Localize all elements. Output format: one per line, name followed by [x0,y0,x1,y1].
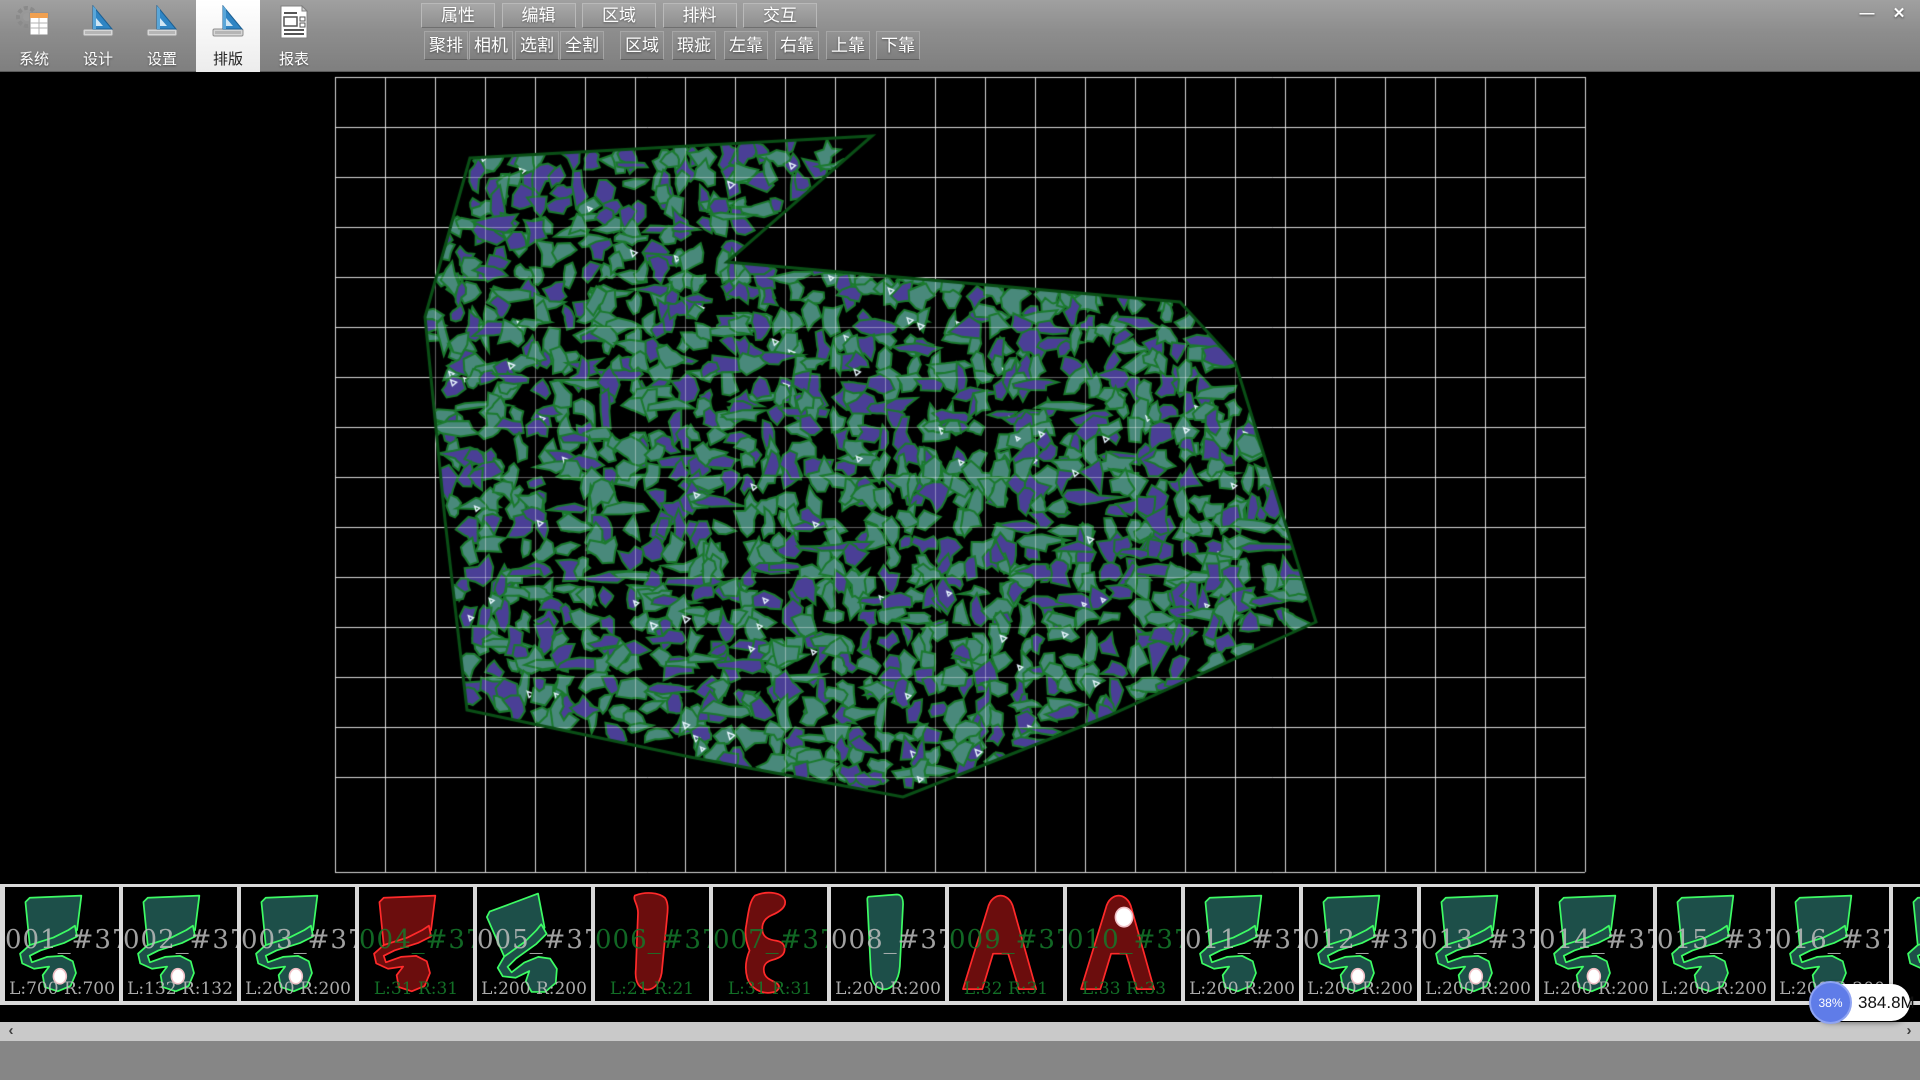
set-square-icon [209,5,247,44]
tool-button-10[interactable]: 下靠 [876,31,920,60]
horizontal-scrollbar[interactable]: ‹ › [0,1022,1920,1041]
tool-button-6[interactable]: 瑕疵 [672,31,716,60]
menu-button-3[interactable]: 区域 [582,3,656,28]
piece-thumbnail-10[interactable]: 010_#37L:33 R:33 [1067,887,1181,1001]
piece-thumbnail-7[interactable]: 007_#37L:31 R:31 [713,887,827,1001]
tool-button-4[interactable]: 全割 [560,31,604,60]
piece-shape [831,887,945,1001]
app-tab-4[interactable]: 排版 [196,0,260,72]
nesting-canvas[interactable] [0,72,1920,884]
tool-button-3[interactable]: 选割 [515,31,559,60]
piece-thumbnail-14[interactable]: 014_#37L:200 R:200 [1539,887,1653,1001]
piece-shape [1303,887,1417,1001]
piece-shape [1421,887,1535,1001]
piece-shape [123,887,237,1001]
app-tab-label: 报表 [262,48,326,69]
app-tab-label: 设置 [130,48,194,69]
piece-thumbnail-15[interactable]: 015_#37L:200 R:200 [1657,887,1771,1001]
piece-thumbnail-13[interactable]: 013_#37L:200 R:200 [1421,887,1535,1001]
app-tab-3[interactable]: 设置 [130,0,194,72]
piece-shape [595,887,709,1001]
piece-thumbnail-strip: 001_#37L:700 R:700002_#37L:132 R:132003_… [0,884,1920,1005]
piece-shape [359,887,473,1001]
app-tab-2[interactable]: 设计 [66,0,130,72]
set-square-icon [79,5,117,44]
piece-shape [1657,887,1771,1001]
piece-thumbnail-8[interactable]: 008_#37L:200 R:200 [831,887,945,1001]
memory-percent-badge: 38% [1809,981,1852,1024]
tool-button-5[interactable]: 区域 [620,31,664,60]
app-tab-label: 系统 [2,48,66,69]
tool-button-2[interactable]: 相机 [469,31,513,60]
scroll-right-arrow-icon[interactable]: › [1900,1022,1918,1041]
menu-button-2[interactable]: 编辑 [502,3,576,28]
memory-status-pill: 38% 384.8M [1812,984,1910,1021]
tool-button-9[interactable]: 上靠 [826,31,870,60]
piece-shape [713,887,827,1001]
titlebar: 系统设计设置排版报表 属性编辑区域排料交互 聚排相机选割全割区域瑕疵左靠右靠上靠… [0,0,1920,72]
report-icon [275,5,313,44]
piece-shape [477,887,591,1001]
app-tab-1[interactable]: 系统 [2,0,66,72]
piece-shape [5,887,119,1001]
tool-button-8[interactable]: 右靠 [775,31,819,60]
menu-button-5[interactable]: 交互 [743,3,817,28]
close-button[interactable]: ✕ [1884,4,1914,24]
menu-button-4[interactable]: 排料 [663,3,737,28]
piece-thumbnail-3[interactable]: 003_#37L:200 R:200 [241,887,355,1001]
piece-thumbnail-1[interactable]: 001_#37L:700 R:700 [5,887,119,1001]
piece-thumbnail-4[interactable]: 004_#37L:31 R:31 [359,887,473,1001]
piece-thumbnail-9[interactable]: 009_#37L:32 R:31 [949,887,1063,1001]
piece-shape [1067,887,1181,1001]
piece-shape [1539,887,1653,1001]
memory-amount-label: 384.8M [1858,984,1915,1021]
piece-thumbnail-5[interactable]: 005_#37L:200 R:200 [477,887,591,1001]
menu-button-1[interactable]: 属性 [421,3,495,28]
status-bar [0,1041,1920,1080]
piece-thumbnail-6[interactable]: 006_#37L:21 R:21 [595,887,709,1001]
piece-thumbnail-11[interactable]: 011_#37L:200 R:200 [1185,887,1299,1001]
app-tab-5[interactable]: 报表 [262,0,326,72]
set-square-icon [143,5,181,44]
system-gear-icon [15,5,53,44]
app-tab-label: 设计 [66,48,130,69]
piece-shape [1185,887,1299,1001]
piece-shape [241,887,355,1001]
minimize-button[interactable]: — [1852,4,1882,24]
tool-button-1[interactable]: 聚排 [424,31,468,60]
app-tab-label: 排版 [196,48,260,69]
piece-thumbnail-2[interactable]: 002_#37L:132 R:132 [123,887,237,1001]
piece-thumbnail-12[interactable]: 012_#37L:200 R:200 [1303,887,1417,1001]
tool-button-7[interactable]: 左靠 [724,31,768,60]
scroll-left-arrow-icon[interactable]: ‹ [2,1022,20,1041]
piece-shape [949,887,1063,1001]
